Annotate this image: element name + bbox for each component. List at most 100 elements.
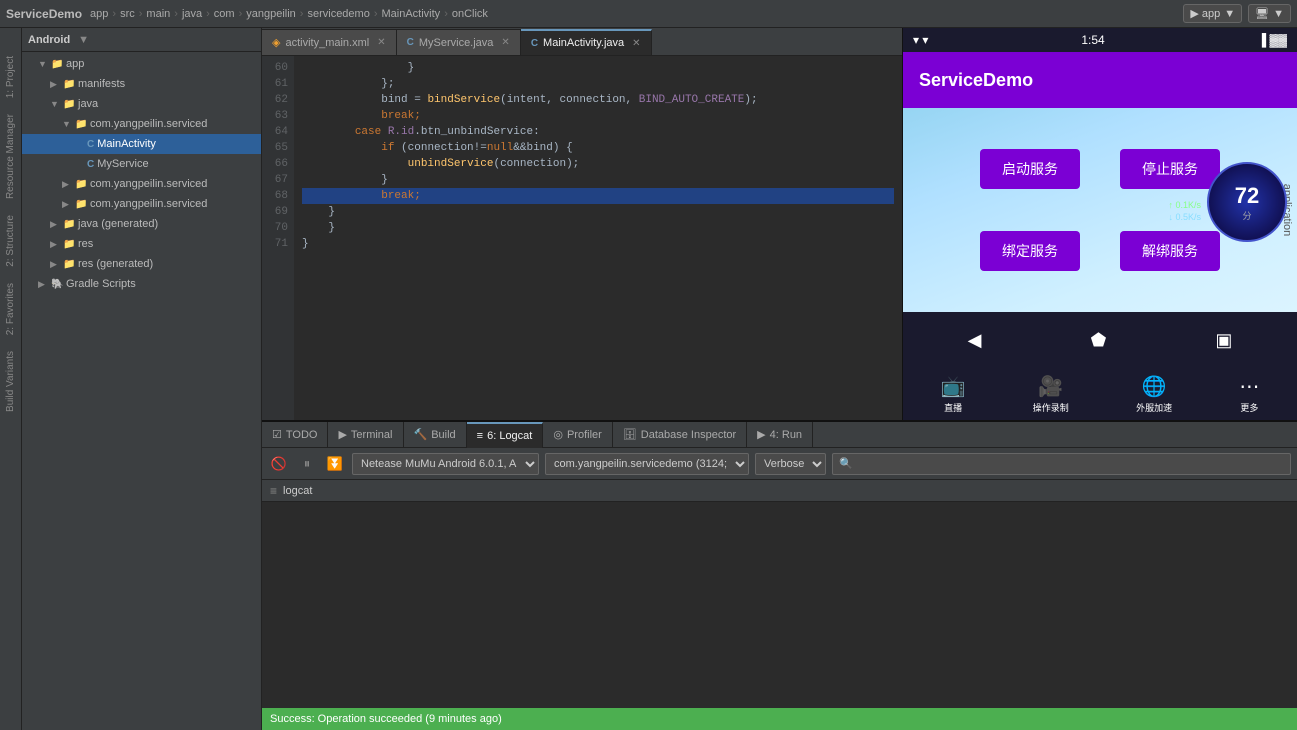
tree-item-package2[interactable]: ▶ 📁 com.yangpeilin.serviced <box>22 174 261 194</box>
code-line: } <box>302 236 894 252</box>
nav-home-button[interactable]: ⬟ <box>1083 322 1115 359</box>
tab-run[interactable]: ▶ 4: Run <box>747 422 813 448</box>
folder-icon: 📁 <box>75 119 87 130</box>
more-button[interactable]: ⋯ 更多 <box>1239 374 1259 414</box>
tab-profiler[interactable]: ◎ Profiler <box>543 422 612 448</box>
app-selector[interactable]: ▶ app ▼ <box>1183 4 1242 23</box>
top-bar: ServiceDemo app› src› main› java› com› y… <box>0 0 1297 28</box>
start-service-button[interactable]: 启动服务 <box>980 149 1080 189</box>
java-icon: C <box>87 139 94 150</box>
device-selector[interactable]: 🖥 ▼ <box>1248 4 1291 23</box>
emulator-panel: ▾ ▾ 1:54 ▐ ▓▓ ServiceDemo 启动服务 停止服务 <box>902 28 1297 420</box>
logcat-content[interactable] <box>262 502 1297 708</box>
tree-item-package[interactable]: ▼ 📁 com.yangpeilin.serviced <box>22 114 261 134</box>
emulator-screen: ServiceDemo 启动服务 停止服务 绑定服务 解绑服务 appl <box>903 52 1297 420</box>
tree-item-mainactivity[interactable]: C MainActivity <box>22 134 261 154</box>
unbind-service-button[interactable]: 解绑服务 <box>1120 231 1220 271</box>
logcat-header: ≡ logcat <box>262 480 1297 502</box>
tab-todo[interactable]: ☑ TODO <box>262 422 328 448</box>
tree-item-gradle[interactable]: ▶ 🐘 Gradle Scripts <box>22 274 261 294</box>
logcat-search-input[interactable] <box>832 453 1291 475</box>
build-icon: 🔨 <box>414 428 428 441</box>
logcat-toolbar: 🚫 ⏸ ⏬ Netease MuMu Android 6.0.1, A com.… <box>262 448 1297 480</box>
folder-icon: 📁 <box>75 199 87 210</box>
accelerate-icon: 🌐 <box>1142 374 1167 399</box>
folder-icon: 📁 <box>75 179 87 190</box>
project-panel-title: Android <box>28 34 70 46</box>
clear-logcat-button[interactable]: 🚫 <box>268 453 290 475</box>
record-button[interactable]: 🎥 操作录制 <box>1033 374 1069 414</box>
live-button[interactable]: 📺 直播 <box>941 374 966 414</box>
side-tab-favorites[interactable]: 2: Favorites <box>2 275 19 343</box>
side-tab-resource-manager[interactable]: Resource Manager <box>2 106 19 207</box>
code-line: } <box>302 220 894 236</box>
folder-icon: 📁 <box>63 219 75 230</box>
download-stat: ↓ 0.5K/s <box>1168 212 1201 222</box>
brand-label: ServiceDemo <box>6 7 82 21</box>
chevron-icon: ▶ <box>50 219 60 230</box>
tree-item-java[interactable]: ▼ 📁 java <box>22 94 261 114</box>
chevron-icon: ▶ <box>50 239 60 250</box>
package-selector[interactable]: com.yangpeilin.servicedemo (3124; <box>545 453 749 475</box>
folder-icon: 📁 <box>51 59 63 70</box>
nav-back-button[interactable]: ◀ <box>960 322 990 359</box>
emulator-bottom-row: 绑定服务 解绑服务 <box>923 231 1277 271</box>
tab-activity-main[interactable]: ◈ activity_main.xml ✕ <box>262 29 397 55</box>
close-icon[interactable]: ✕ <box>632 38 640 49</box>
tree-item-res-generated[interactable]: ▶ 📁 res (generated) <box>22 254 261 274</box>
editor-tabs: ◈ activity_main.xml ✕ C MyService.java ✕… <box>262 28 902 56</box>
code-line: } <box>302 60 894 76</box>
logcat-title: logcat <box>283 485 312 497</box>
terminal-icon: ▶ <box>338 428 346 441</box>
list-icon: ≡ <box>270 484 277 498</box>
status-text: Success: Operation succeeded (9 minutes … <box>270 713 502 725</box>
chevron-icon: ▼ <box>50 99 60 109</box>
tab-build[interactable]: 🔨 Build <box>404 422 467 448</box>
left-side-tabs: 1: Project Resource Manager 2: Structure… <box>0 28 22 730</box>
code-line: unbindService(connection); <box>302 156 894 172</box>
tab-database-inspector[interactable]: 🗄 Database Inspector <box>613 422 747 448</box>
tab-myservice[interactable]: C MyService.java ✕ <box>397 29 521 55</box>
battery-signal-icons: ▐ ▓▓ <box>1258 33 1287 47</box>
tree-item-app[interactable]: ▼ 📁 app <box>22 54 261 74</box>
level-selector[interactable]: Verbose Debug Info Warn Error <box>755 453 826 475</box>
tree-item-manifests[interactable]: ▶ 📁 manifests <box>22 74 261 94</box>
device-selector[interactable]: Netease MuMu Android 6.0.1, A <box>352 453 539 475</box>
side-tab-project[interactable]: 1: Project <box>2 48 19 106</box>
close-icon[interactable]: ✕ <box>377 37 385 48</box>
nav-recent-button[interactable]: ▣ <box>1207 322 1240 359</box>
emulator-app-title: ServiceDemo <box>919 70 1033 91</box>
tab-terminal[interactable]: ▶ Terminal <box>328 422 403 448</box>
pause-logcat-button[interactable]: ⏸ <box>296 453 318 475</box>
right-panel: ◈ activity_main.xml ✕ C MyService.java ✕… <box>262 28 1297 730</box>
tab-mainactivity[interactable]: C MainActivity.java ✕ <box>521 29 652 55</box>
code-line: if (connection!=null&&bind) { <box>302 140 894 156</box>
tree-item-package3[interactable]: ▶ 📁 com.yangpeilin.serviced <box>22 194 261 214</box>
close-icon[interactable]: ✕ <box>501 37 509 48</box>
status-icons: ▾ ▾ <box>913 33 928 47</box>
code-lines: } }; bind = bindService(intent, connecti… <box>294 56 902 420</box>
code-line: } <box>302 204 894 220</box>
todo-icon: ☑ <box>272 428 282 441</box>
scroll-end-button[interactable]: ⏬ <box>324 453 346 475</box>
accelerate-button[interactable]: 🌐 外服加速 <box>1136 374 1172 414</box>
logcat-icon: ≡ <box>477 430 483 442</box>
perf-overlay: 72 分 <box>1207 162 1287 242</box>
tab-logcat[interactable]: ≡ 6: Logcat <box>467 422 544 448</box>
tree-item-res[interactable]: ▶ 📁 res <box>22 234 261 254</box>
profiler-icon: ◎ <box>553 428 563 441</box>
tree-item-java-generated[interactable]: ▶ 📁 java (generated) <box>22 214 261 234</box>
gradle-icon: 🐘 <box>51 279 63 290</box>
side-tab-structure[interactable]: 2: Structure <box>2 207 19 275</box>
side-tab-build-variants[interactable]: Build Variants <box>2 343 19 420</box>
bind-service-button[interactable]: 绑定服务 <box>980 231 1080 271</box>
code-editor: ◈ activity_main.xml ✕ C MyService.java ✕… <box>262 28 902 420</box>
stop-service-button[interactable]: 停止服务 <box>1120 149 1220 189</box>
tree-item-myservice[interactable]: C MyService <box>22 154 261 174</box>
bottom-tabs: ☑ TODO ▶ Terminal 🔨 Build ≡ 6: Logcat <box>262 422 1297 448</box>
line-numbers: 60 61 62 63 64 65 66 67 68 69 70 71 <box>262 56 294 420</box>
emulator-app-bar: ServiceDemo <box>903 52 1297 108</box>
perf-stats: ↑ 0.1K/s ↓ 0.5K/s <box>1168 200 1201 222</box>
perf-number: 72 <box>1235 183 1259 209</box>
emulator-statusbar: ▾ ▾ 1:54 ▐ ▓▓ <box>903 28 1297 52</box>
